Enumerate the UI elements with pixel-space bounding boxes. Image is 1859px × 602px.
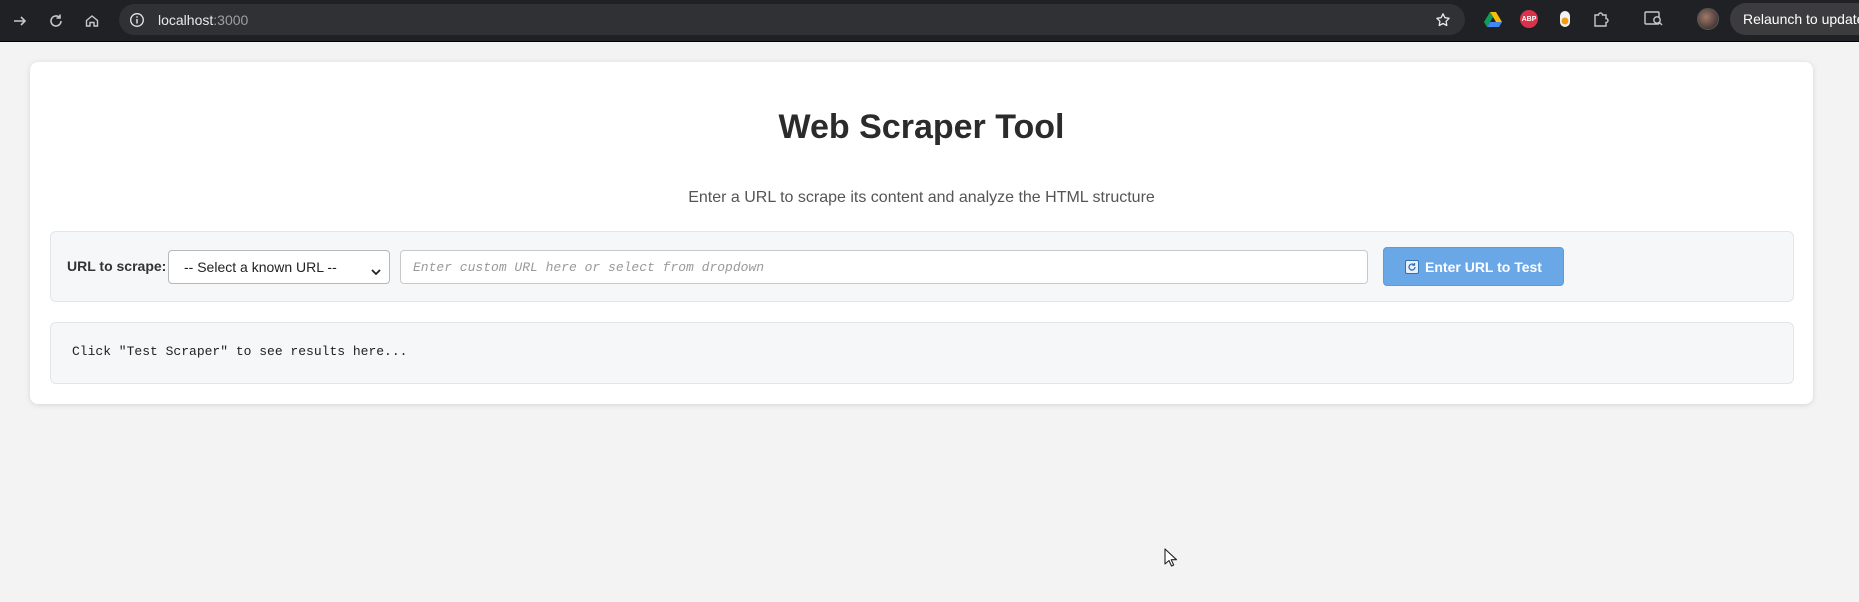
url-port: :3000: [213, 11, 249, 28]
relaunch-button[interactable]: Relaunch to update: [1730, 3, 1859, 35]
known-url-select[interactable]: -- Select a known URL --: [168, 250, 390, 284]
custom-url-input[interactable]: [400, 250, 1368, 284]
address-url: localhost:3000: [158, 12, 248, 28]
abp-badge: ABP: [1520, 10, 1538, 28]
chevron-down-icon: [371, 263, 381, 279]
test-url-button-label: Enter URL to Test: [1425, 258, 1542, 275]
url-host: localhost: [158, 11, 214, 28]
test-url-button[interactable]: Enter URL to Test: [1383, 247, 1564, 286]
page-title: Web Scraper Tool: [778, 108, 1065, 146]
home-icon[interactable]: [78, 7, 106, 35]
puzzle-icon[interactable]: [1591, 9, 1611, 29]
main-card: Web Scraper Tool Enter a URL to scrape i…: [30, 62, 1813, 404]
results-panel: Click "Test Scraper" to see results here…: [50, 322, 1794, 384]
results-text: Click "Test Scraper" to see results here…: [72, 344, 408, 359]
url-form: URL to scrape: -- Select a known URL -- …: [50, 231, 1794, 302]
browser-toolbar: localhost:3000 ABP Relaunch to update: [0, 0, 1859, 42]
forward-icon[interactable]: [6, 7, 34, 35]
reload-icon[interactable]: [42, 7, 70, 35]
google-drive-icon[interactable]: [1483, 9, 1503, 29]
address-bar[interactable]: localhost:3000: [119, 4, 1465, 35]
url-label: URL to scrape:: [67, 258, 167, 274]
mouse-cursor-icon: [1164, 548, 1178, 573]
site-info-icon[interactable]: [128, 11, 146, 29]
page-subtitle: Enter a URL to scrape its content and an…: [688, 189, 1155, 206]
tab-search-icon[interactable]: [1644, 9, 1664, 29]
refresh-icon: [1405, 259, 1420, 274]
adblock-plus-icon[interactable]: ABP: [1519, 9, 1539, 29]
bookmark-star-icon[interactable]: [1433, 10, 1453, 30]
profile-avatar[interactable]: [1697, 8, 1719, 30]
select-value: -- Select a known URL --: [184, 259, 337, 275]
extension-orange-icon[interactable]: [1555, 9, 1575, 29]
